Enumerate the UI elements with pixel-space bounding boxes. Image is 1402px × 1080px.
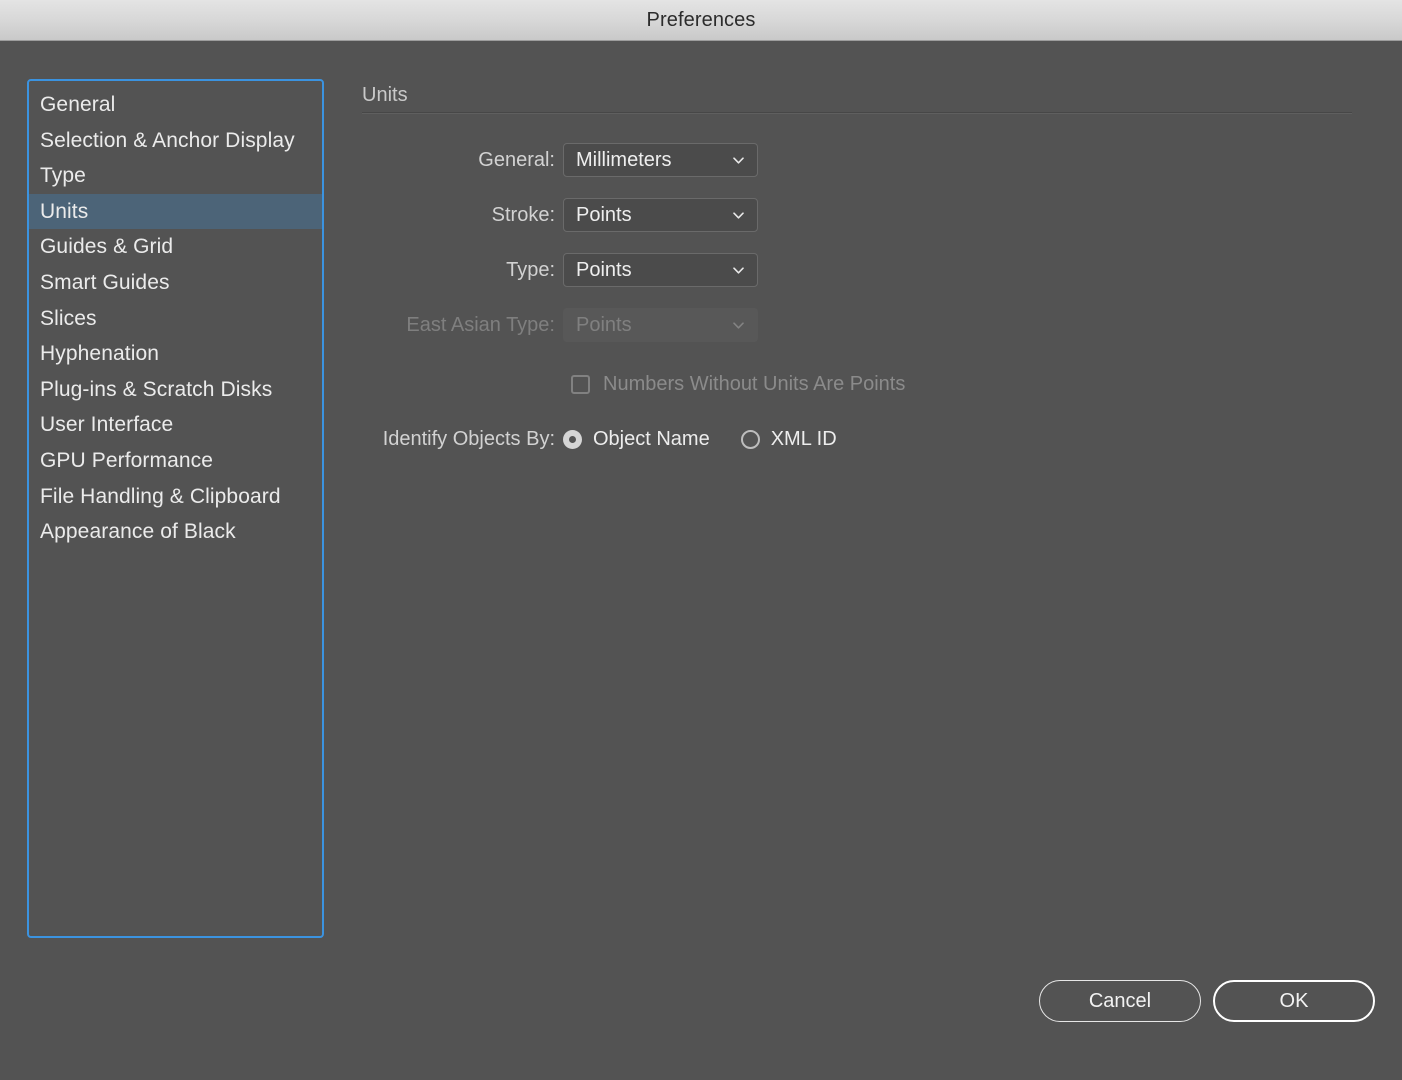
sidebar-item-user-interface[interactable]: User Interface — [29, 407, 322, 443]
sidebar-item-hyphenation[interactable]: Hyphenation — [29, 336, 322, 372]
sidebar-item-units[interactable]: Units — [29, 193, 322, 230]
numbers-without-units-checkbox — [571, 374, 590, 394]
general-units-select[interactable]: Millimeters — [563, 143, 758, 177]
ok-button[interactable]: OK — [1213, 980, 1375, 1022]
sidebar-item-appearance-of-black[interactable]: Appearance of Black — [29, 514, 322, 550]
east-asian-type-units-value: Points — [576, 313, 632, 336]
general-units-value: Millimeters — [576, 148, 672, 171]
numbers-without-units-label: Numbers Without Units Are Points — [603, 372, 906, 395]
numbers-without-units-row: Numbers Without Units Are Points — [571, 369, 905, 399]
sidebar-item-general[interactable]: General — [29, 87, 322, 123]
radio-xml-id-label[interactable]: XML ID — [771, 428, 837, 451]
field-row-type: Type: Points — [362, 253, 758, 287]
sidebar-item-type[interactable]: Type — [29, 158, 322, 194]
sidebar-item-file-handling-clipboard[interactable]: File Handling & Clipboard — [29, 479, 322, 515]
field-row-east-asian-type: East Asian Type: Points — [362, 308, 758, 342]
field-row-general: General: Millimeters — [362, 143, 758, 177]
preferences-category-list[interactable]: General Selection & Anchor Display Type … — [27, 79, 324, 938]
preferences-dialog-body: General Selection & Anchor Display Type … — [0, 42, 1402, 1080]
chevron-down-icon — [733, 155, 744, 166]
units-settings-pane: Units General: Millimeters Stroke: Point… — [362, 42, 1362, 1080]
sidebar-item-plugins-scratch-disks[interactable]: Plug-ins & Scratch Disks — [29, 372, 322, 408]
sidebar-item-selection-anchor-display[interactable]: Selection & Anchor Display — [29, 123, 322, 159]
chevron-down-icon — [733, 320, 744, 331]
sidebar-item-gpu-performance[interactable]: GPU Performance — [29, 443, 322, 479]
cancel-button[interactable]: Cancel — [1039, 980, 1201, 1022]
chevron-down-icon — [733, 265, 744, 276]
sidebar-item-slices[interactable]: Slices — [29, 301, 322, 337]
radio-xml-id[interactable] — [740, 429, 760, 449]
stroke-units-label: Stroke: — [491, 203, 555, 226]
identify-objects-by-label: Identify Objects By: — [382, 427, 555, 450]
chevron-down-icon — [733, 210, 744, 221]
field-row-stroke: Stroke: Points — [362, 198, 758, 232]
type-units-label: Type: — [506, 258, 555, 281]
east-asian-type-units-select: Points — [563, 308, 758, 342]
general-units-label: General: — [478, 148, 555, 171]
stroke-units-value: Points — [576, 203, 632, 226]
section-divider — [362, 112, 1352, 114]
sidebar-item-guides-grid[interactable]: Guides & Grid — [29, 229, 322, 265]
type-units-value: Points — [576, 258, 632, 281]
identify-objects-by-row: Identify Objects By: Object Name XML ID — [362, 424, 837, 454]
dialog-button-bar: Cancel OK — [0, 980, 1402, 1040]
radio-object-name-label[interactable]: Object Name — [593, 428, 710, 451]
stroke-units-select[interactable]: Points — [563, 198, 758, 232]
window-titlebar: Preferences — [0, 0, 1402, 41]
window-title: Preferences — [646, 8, 756, 31]
radio-object-name[interactable] — [563, 429, 582, 449]
type-units-select[interactable]: Points — [563, 253, 758, 287]
east-asian-type-units-label: East Asian Type: — [406, 313, 555, 336]
sidebar-item-smart-guides[interactable]: Smart Guides — [29, 265, 322, 301]
section-title: Units — [362, 84, 408, 106]
